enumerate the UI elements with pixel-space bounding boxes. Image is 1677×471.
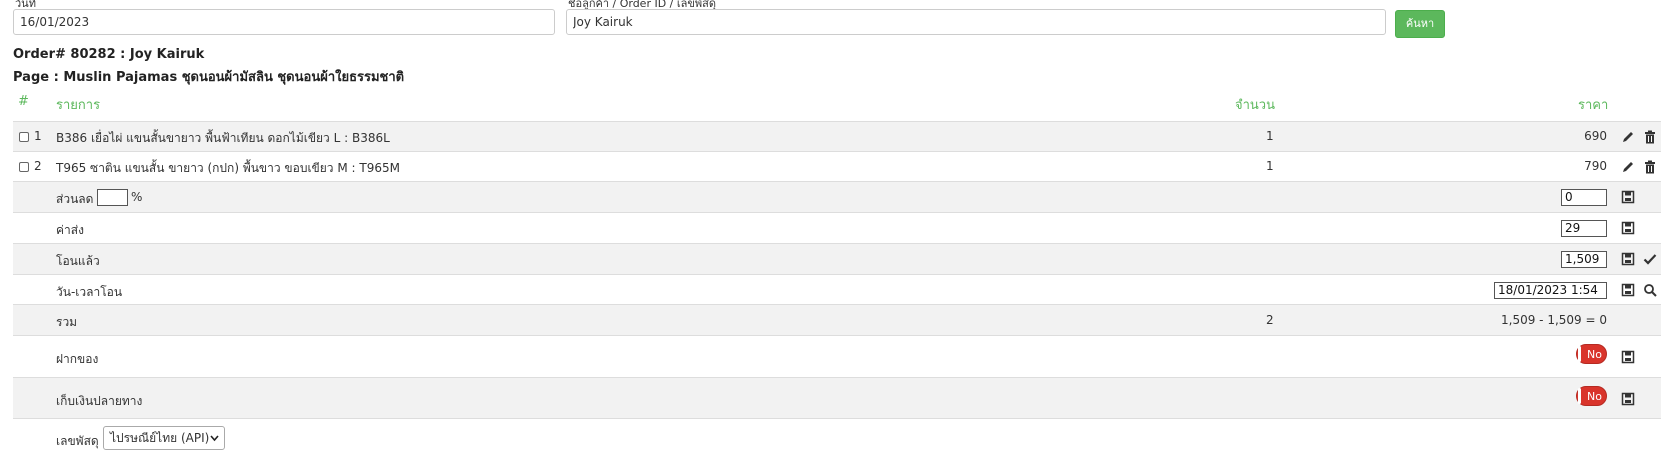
paid-label: โอนแล้ว [56, 254, 100, 268]
search-button[interactable]: ค้นหา [1395, 10, 1445, 38]
cod-toggle-label: No [1587, 390, 1602, 403]
cod-label: เก็บเงินปลายทาง [56, 394, 143, 408]
item-qty: 1 [1266, 159, 1274, 173]
item-checkbox[interactable] [19, 132, 29, 142]
item-index: 2 [34, 159, 42, 173]
chevron-down-icon [210, 435, 219, 442]
order-title: Order# 80282 : Joy Kairuk [13, 47, 205, 62]
discount-row: ส่วนลด % 0 [13, 181, 1661, 212]
deposit-toggle-label: No [1587, 348, 1602, 361]
transfer-time-row: วัน-เวลาโอน 18/01/2023 1:54 [13, 274, 1661, 304]
carrier-select-value: ไปรษณีย์ไทย (API) [110, 431, 210, 445]
save-icon[interactable] [1621, 392, 1635, 406]
save-icon[interactable] [1621, 190, 1635, 204]
item-price: 790 [1584, 159, 1607, 173]
discount-unit: % [131, 190, 143, 204]
save-icon[interactable] [1621, 350, 1635, 364]
save-icon[interactable] [1621, 283, 1635, 297]
cod-row: เก็บเงินปลายทาง No [13, 377, 1661, 419]
item-qty: 1 [1266, 129, 1274, 143]
shipping-label: ค่าส่ง [56, 223, 84, 237]
deposit-label: ฝากของ [56, 352, 99, 366]
page-title: Page : Muslin Pajamas ชุดนอนผ้ามัสลิน ชุ… [13, 70, 405, 85]
pencil-icon[interactable] [1621, 130, 1635, 144]
pencil-icon[interactable] [1621, 160, 1635, 174]
item-checkbox[interactable] [19, 162, 29, 172]
paid-input[interactable]: 1,509 [1561, 251, 1607, 268]
shipping-input[interactable]: 29 [1561, 220, 1607, 237]
total-label: รวม [56, 315, 78, 329]
header-price: ราคา [1578, 98, 1609, 113]
deposit-row: ฝากของ No [13, 335, 1661, 377]
item-name: T965 ซาติน แขนสั้น ขายาว (กปก) พื้นขาว ข… [56, 161, 400, 175]
carrier-select[interactable]: ไปรษณีย์ไทย (API) [103, 426, 225, 450]
table-row: 2 T965 ซาติน แขนสั้น ขายาว (กปก) พื้นขาว… [13, 151, 1661, 181]
header-index: # [18, 94, 29, 109]
total-value: 1,509 - 1,509 = 0 [1501, 313, 1607, 327]
search-icon[interactable] [1643, 283, 1657, 297]
paid-row: โอนแล้ว 1,509 [13, 243, 1661, 274]
save-icon[interactable] [1621, 252, 1635, 266]
save-icon[interactable] [1621, 221, 1635, 235]
check-icon[interactable] [1643, 252, 1657, 266]
cod-toggle[interactable]: No [1576, 386, 1607, 406]
header-item: รายการ [56, 98, 101, 113]
discount-percent-input[interactable] [97, 189, 128, 206]
total-row: รวม 2 1,509 - 1,509 = 0 [13, 304, 1661, 335]
item-name: B386 เยื่อไผ่ แขนสั้นขายาว พื้นฟ้าเทียน … [56, 131, 390, 145]
deposit-toggle[interactable]: No [1576, 344, 1607, 364]
item-price: 690 [1584, 129, 1607, 143]
tracking-label: เลขพัสดุ [56, 434, 99, 448]
date-input[interactable] [13, 9, 555, 35]
transfer-time-input[interactable]: 18/01/2023 1:54 [1494, 282, 1607, 299]
transfer-time-label: วัน-เวลาโอน [56, 285, 123, 299]
table-row: 1 B386 เยื่อไผ่ แขนสั้นขายาว พื้นฟ้าเทีย… [13, 121, 1661, 151]
trash-icon[interactable] [1643, 160, 1657, 174]
shipping-row: ค่าส่ง 29 [13, 212, 1661, 243]
discount-input[interactable]: 0 [1561, 189, 1607, 206]
search-input[interactable] [566, 9, 1386, 35]
trash-icon[interactable] [1643, 130, 1657, 144]
toggle-knob [1578, 388, 1581, 404]
discount-label: ส่วนลด [56, 192, 94, 206]
item-index: 1 [34, 129, 42, 143]
header-qty: จำนวน [1235, 98, 1275, 113]
toggle-knob [1578, 346, 1581, 362]
total-qty: 2 [1266, 313, 1274, 327]
